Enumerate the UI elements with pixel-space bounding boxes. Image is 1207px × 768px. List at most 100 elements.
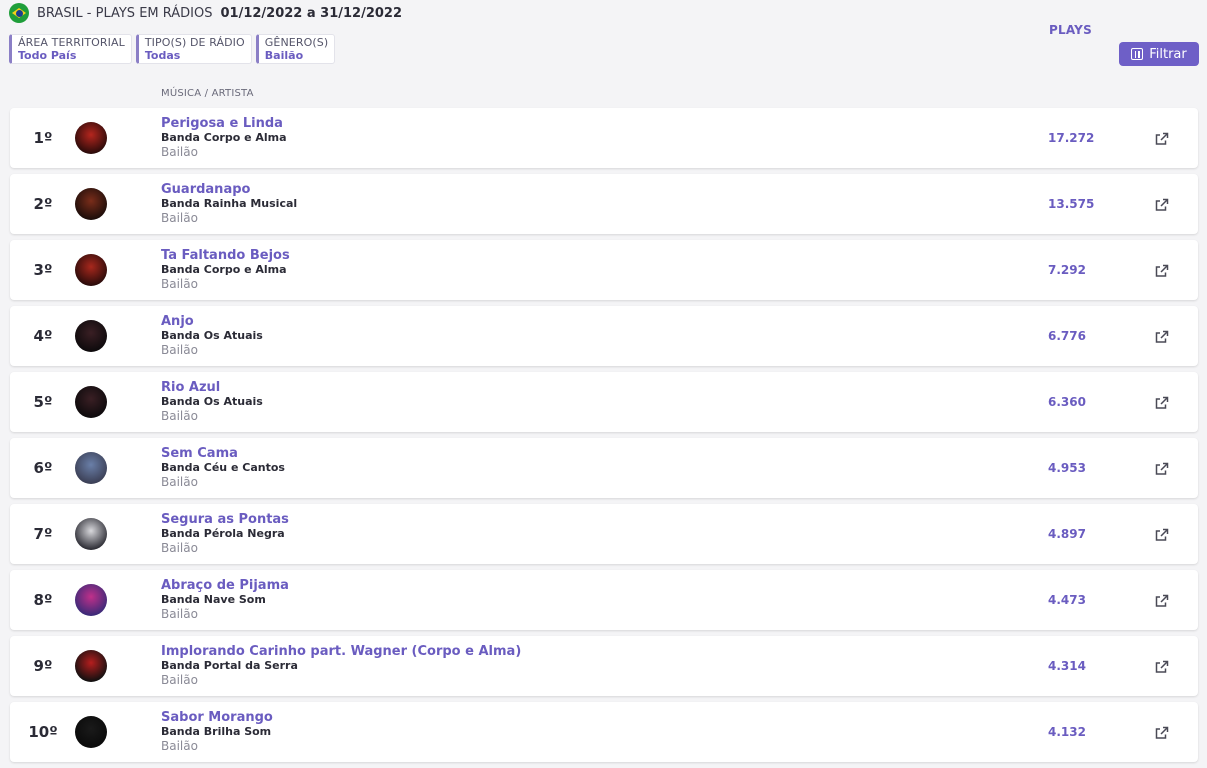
external-link-icon[interactable]: [1154, 263, 1170, 279]
genre-label: Bailão: [161, 145, 198, 159]
artist-name: Banda Brilha Som: [161, 725, 272, 738]
album-cover-image: [75, 518, 107, 550]
external-link-icon[interactable]: [1154, 659, 1170, 675]
ranking-row[interactable]: 10º Sabor Morango Banda Brilha Som Bailã…: [10, 702, 1198, 762]
plays-count: 6.776: [1048, 329, 1086, 343]
rank-position: 6º: [33, 459, 53, 477]
rank-position: 9º: [33, 657, 53, 675]
rank-position: 3º: [33, 261, 53, 279]
song-title[interactable]: Rio Azul: [161, 380, 263, 395]
album-cover-image: [75, 320, 107, 352]
plays-count: 4.314: [1048, 659, 1086, 673]
plays-count: 17.272: [1048, 131, 1095, 145]
artist-name: Banda Nave Som: [161, 593, 266, 606]
ranking-row[interactable]: 5º Rio Azul Banda Os Atuais Bailão 6.360: [10, 372, 1198, 432]
album-cover-image: [75, 254, 107, 286]
track-info: Guardanapo Banda Rainha Musical Bailão: [161, 182, 297, 225]
filter-chip-value: Todas: [144, 49, 181, 62]
ranking-row[interactable]: 3º Ta Faltando Bejos Banda Corpo e Alma …: [10, 240, 1198, 300]
plays-count: 13.575: [1048, 197, 1095, 211]
ranking-row[interactable]: 6º Sem Cama Banda Céu e Cantos Bailão 4.…: [10, 438, 1198, 498]
track-info: Perigosa e Linda Banda Corpo e Alma Bail…: [161, 116, 287, 159]
filter-button[interactable]: Filtrar: [1119, 42, 1199, 66]
column-header-music: MÚSICA / ARTISTA: [161, 88, 254, 99]
ranking-row[interactable]: 2º Guardanapo Banda Rainha Musical Bailã…: [10, 174, 1198, 234]
album-cover-image: [75, 188, 107, 220]
artist-name: Banda Corpo e Alma: [161, 131, 287, 144]
column-header-plays: PLAYS: [1049, 23, 1092, 37]
rank-position: 10º: [28, 723, 58, 741]
filter-chip-value: Todo País: [18, 49, 77, 62]
song-title[interactable]: Anjo: [161, 314, 263, 329]
track-info: Anjo Banda Os Atuais Bailão: [161, 314, 263, 357]
filter-chip-label: TIPO(S) DE RÁDIO: [144, 36, 245, 49]
genre-label: Bailão: [161, 475, 198, 489]
filter-button-label: Filtrar: [1149, 46, 1187, 62]
ranking-row[interactable]: 8º Abraço de Pijama Banda Nave Som Bailã…: [10, 570, 1198, 630]
ranking-row[interactable]: 4º Anjo Banda Os Atuais Bailão 6.776: [10, 306, 1198, 366]
album-cover-image: [75, 584, 107, 616]
track-info: Segura as Pontas Banda Pérola Negra Bail…: [161, 512, 289, 555]
song-title[interactable]: Segura as Pontas: [161, 512, 289, 527]
genre-label: Bailão: [161, 211, 198, 225]
external-link-icon[interactable]: [1154, 131, 1170, 147]
plays-count: 6.360: [1048, 395, 1086, 409]
song-title[interactable]: Ta Faltando Bejos: [161, 248, 290, 263]
album-cover-image: [75, 452, 107, 484]
external-link-icon[interactable]: [1154, 527, 1170, 543]
genre-label: Bailão: [161, 673, 198, 687]
ranking-list: 1º Perigosa e Linda Banda Corpo e Alma B…: [10, 108, 1198, 768]
artist-name: Banda Rainha Musical: [161, 197, 298, 210]
rank-position: 8º: [33, 591, 53, 609]
ranking-row[interactable]: 1º Perigosa e Linda Banda Corpo e Alma B…: [10, 108, 1198, 168]
genre-label: Bailão: [161, 739, 198, 753]
artist-name: Banda Corpo e Alma: [161, 263, 287, 276]
track-info: Sem Cama Banda Céu e Cantos Bailão: [161, 446, 285, 489]
genre-label: Bailão: [161, 541, 198, 555]
rank-position: 2º: [33, 195, 53, 213]
page-header: BRASIL - PLAYS EM RÁDIOS 01/12/2022 a 31…: [9, 3, 402, 23]
filter-chip-genre[interactable]: GÊNERO(S) Bailão: [255, 34, 336, 64]
album-cover-image: [75, 386, 107, 418]
plays-count: 4.473: [1048, 593, 1086, 607]
album-cover-image: [75, 716, 107, 748]
album-cover-image: [75, 650, 107, 682]
artist-name: Banda Pérola Negra: [161, 527, 285, 540]
track-info: Ta Faltando Bejos Banda Corpo e Alma Bai…: [161, 248, 290, 291]
filter-chip-value: Bailão: [264, 49, 304, 62]
track-info: Implorando Carinho part. Wagner (Corpo e…: [161, 644, 521, 687]
rank-position: 7º: [33, 525, 53, 543]
external-link-icon[interactable]: [1154, 725, 1170, 741]
plays-count: 4.953: [1048, 461, 1086, 475]
page-title: BRASIL - PLAYS EM RÁDIOS: [37, 5, 213, 21]
track-info: Sabor Morango Banda Brilha Som Bailão: [161, 710, 273, 753]
external-link-icon[interactable]: [1154, 395, 1170, 411]
rank-position: 4º: [33, 327, 53, 345]
external-link-icon[interactable]: [1154, 461, 1170, 477]
genre-label: Bailão: [161, 607, 198, 621]
song-title[interactable]: Sem Cama: [161, 446, 285, 461]
external-link-icon[interactable]: [1154, 593, 1170, 609]
genre-label: Bailão: [161, 277, 198, 291]
brazil-flag-icon: [9, 3, 29, 23]
plays-count: 4.132: [1048, 725, 1086, 739]
filter-chip-label: GÊNERO(S): [264, 36, 329, 49]
ranking-row[interactable]: 9º Implorando Carinho part. Wagner (Corp…: [10, 636, 1198, 696]
track-info: Rio Azul Banda Os Atuais Bailão: [161, 380, 263, 423]
plays-count: 7.292: [1048, 263, 1086, 277]
song-title[interactable]: Perigosa e Linda: [161, 116, 287, 131]
filter-chip-radio-type[interactable]: TIPO(S) DE RÁDIO Todas: [135, 34, 252, 64]
track-info: Abraço de Pijama Banda Nave Som Bailão: [161, 578, 289, 621]
rank-position: 5º: [33, 393, 53, 411]
external-link-icon[interactable]: [1154, 329, 1170, 345]
active-filters: ÁREA TERRITORIAL Todo País TIPO(S) DE RÁ…: [9, 34, 336, 64]
song-title[interactable]: Abraço de Pijama: [161, 578, 289, 593]
song-title[interactable]: Sabor Morango: [161, 710, 273, 725]
song-title[interactable]: Guardanapo: [161, 182, 297, 197]
song-title[interactable]: Implorando Carinho part. Wagner (Corpo e…: [161, 644, 521, 659]
external-link-icon[interactable]: [1154, 197, 1170, 213]
artist-name: Banda Os Atuais: [161, 329, 263, 342]
filter-chip-area[interactable]: ÁREA TERRITORIAL Todo País: [9, 34, 132, 64]
ranking-row[interactable]: 7º Segura as Pontas Banda Pérola Negra B…: [10, 504, 1198, 564]
rank-position: 1º: [33, 129, 53, 147]
